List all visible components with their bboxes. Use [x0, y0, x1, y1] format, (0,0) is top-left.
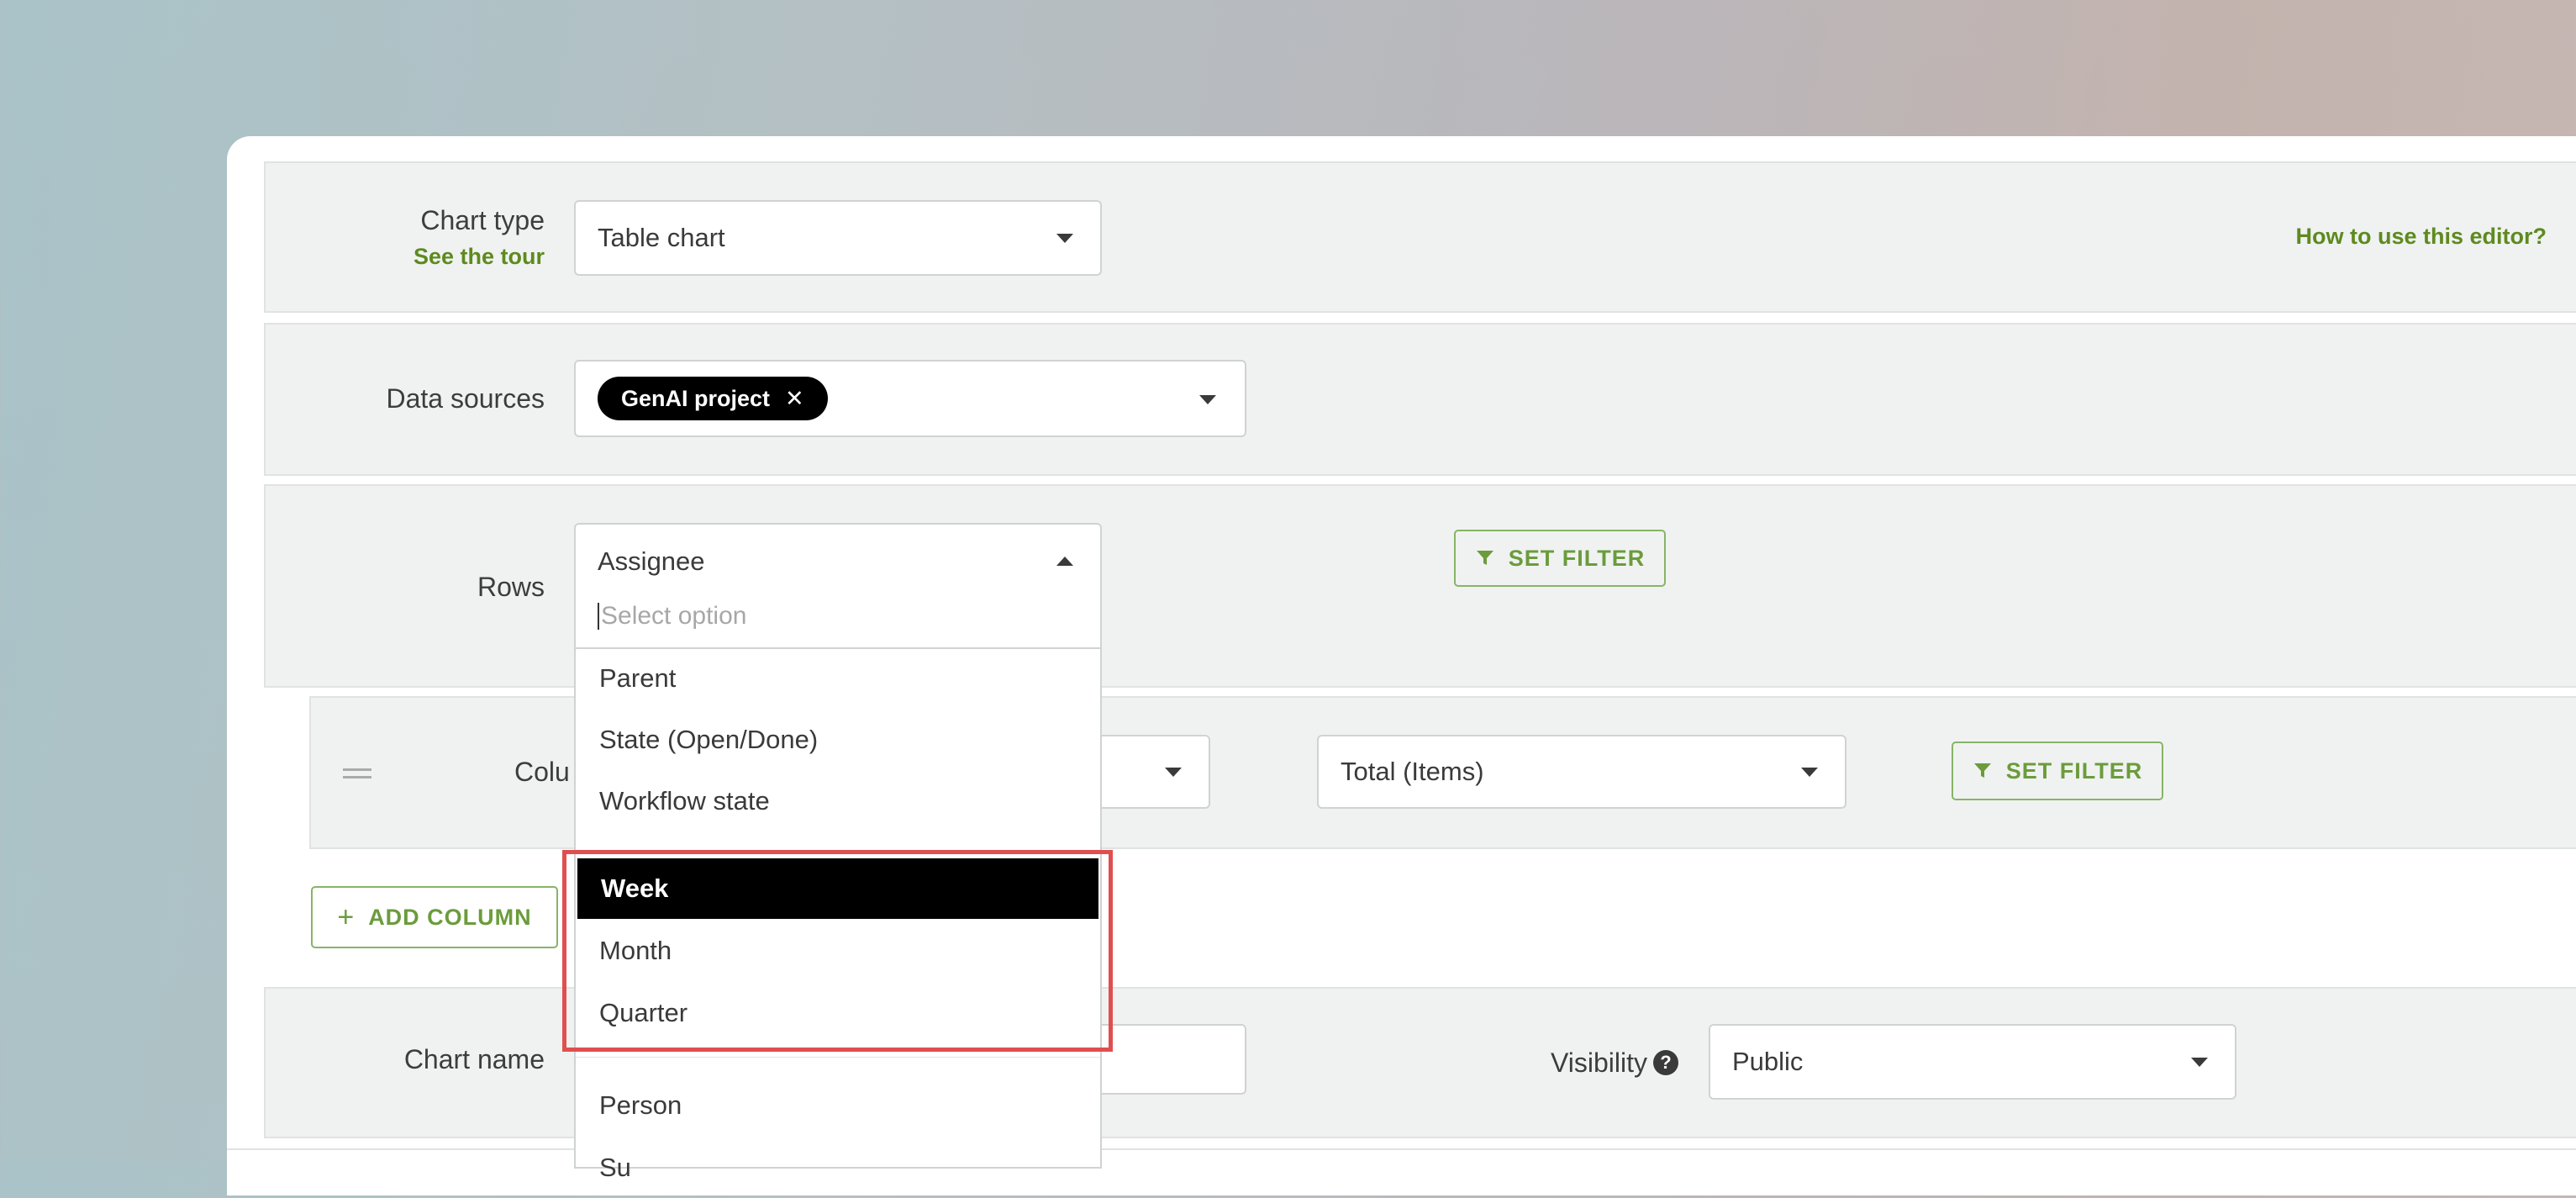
add-column-label: ADD COLUMN [368, 904, 532, 930]
visibility-select[interactable]: Public [1709, 1024, 2236, 1100]
filter-icon [1476, 551, 1493, 565]
plus-icon: + [337, 900, 356, 933]
column-aggregate-select[interactable]: Total (Items) [1317, 735, 1846, 809]
help-icon[interactable]: ? [1653, 1050, 1678, 1075]
dropdown-search-placeholder: Select option [601, 602, 747, 630]
data-sources-label: Data sources [386, 383, 545, 414]
data-source-chip: GenAI project ✕ [598, 377, 828, 420]
chart-name-label: Chart name [403, 1044, 545, 1074]
dropdown-option-partial[interactable]: Su [576, 1137, 1100, 1198]
rows-set-filter-button[interactable]: SET FILTER [1454, 530, 1666, 587]
dropdown-option-parent[interactable]: Parent [576, 648, 1100, 709]
add-column-button[interactable]: + ADD COLUMN [311, 886, 558, 948]
visibility-value: Public [1732, 1047, 1804, 1076]
chevron-down-icon [1056, 234, 1073, 243]
columns-set-filter-button[interactable]: SET FILTER [1952, 741, 2163, 800]
columns-label: Colu [514, 757, 570, 787]
data-source-chip-label: GenAI project [621, 385, 771, 411]
rows-set-filter-label: SET FILTER [1508, 545, 1646, 571]
data-sources-select[interactable]: GenAI project ✕ [574, 360, 1246, 437]
chevron-down-icon [1801, 768, 1818, 777]
columns-set-filter-label: SET FILTER [2005, 757, 2143, 784]
rows-select-open[interactable]: Assignee Select option [574, 523, 1102, 649]
chart-type-select[interactable]: Table chart [574, 200, 1102, 276]
chart-type-label: Chart type [420, 205, 545, 235]
dropdown-option-month[interactable]: Month [576, 921, 1100, 981]
chevron-down-icon [1199, 395, 1216, 404]
chevron-down-icon [2191, 1058, 2208, 1067]
visibility-label: Visibility [1551, 1048, 1647, 1078]
rows-dropdown-list: Parent State (Open/Done) Workflow state … [574, 647, 1102, 1182]
close-icon[interactable]: ✕ [785, 386, 804, 412]
rows-value: Assignee [598, 546, 705, 576]
how-to-use-editor-link[interactable]: How to use this editor? [2236, 224, 2547, 250]
chevron-down-icon [1165, 768, 1182, 777]
text-caret [598, 603, 599, 630]
dropdown-option-workflow-state[interactable]: Workflow state [576, 771, 1100, 831]
dropdown-option-person[interactable]: Person [576, 1075, 1100, 1136]
dropdown-option-state[interactable]: State (Open/Done) [576, 710, 1100, 770]
dropdown-group-divider [576, 1057, 1100, 1058]
dropdown-search-input[interactable]: Select option [598, 597, 1068, 636]
drag-handle-icon[interactable] [343, 768, 371, 778]
see-the-tour-link[interactable]: See the tour [303, 244, 545, 270]
dropdown-option-week[interactable]: Week [577, 858, 1098, 919]
column-aggregate-value: Total (Items) [1341, 757, 1484, 786]
dropdown-option-quarter[interactable]: Quarter [576, 983, 1100, 1043]
chart-type-value: Table chart [598, 223, 725, 252]
filter-icon [1973, 763, 1991, 778]
rows-label: Rows [477, 572, 545, 602]
chevron-up-icon [1056, 557, 1073, 566]
